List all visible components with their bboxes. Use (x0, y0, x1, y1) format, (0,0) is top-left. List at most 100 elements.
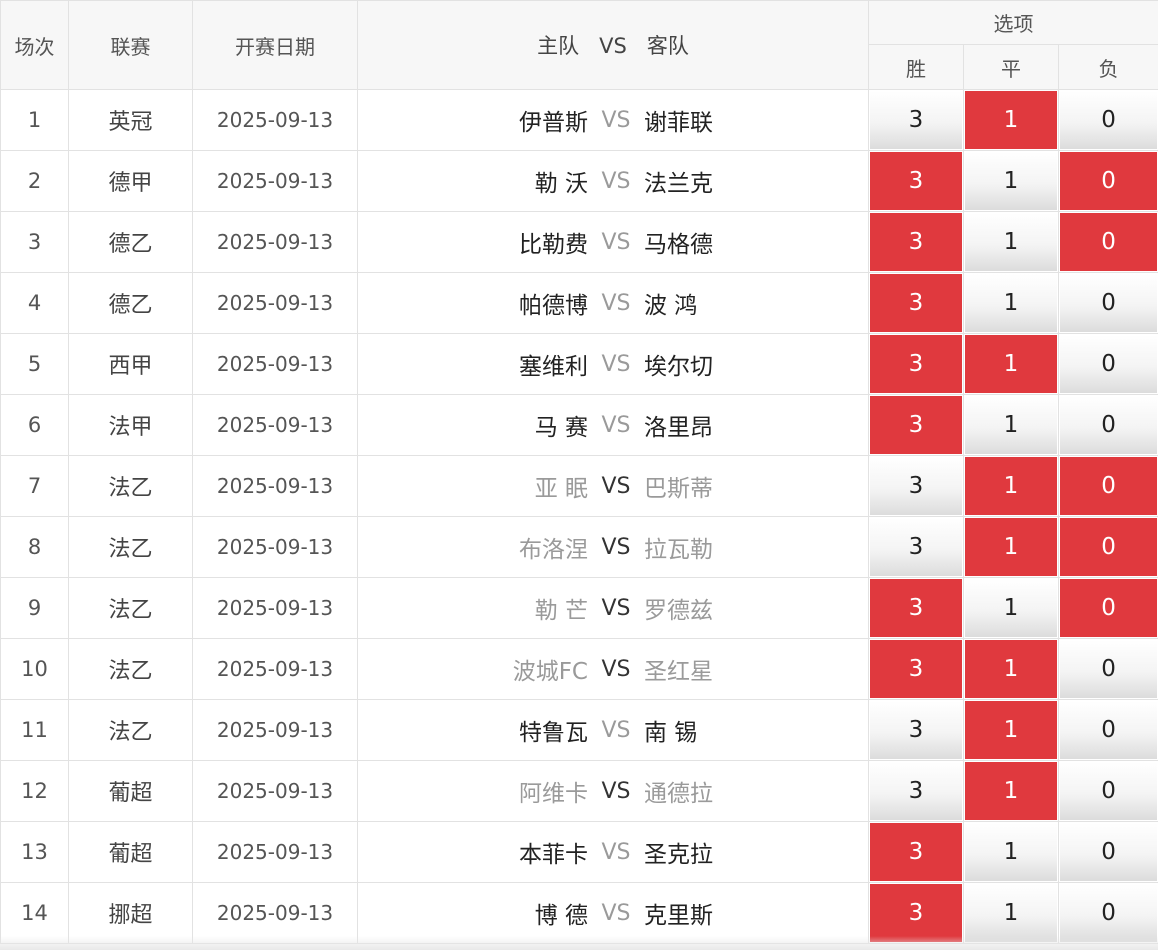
option-draw-button[interactable]: 1 (965, 518, 1057, 576)
match-teams: 比勒费 VS 马格德 (357, 211, 869, 273)
match-teams: 阿维卡 VS 通德拉 (357, 760, 869, 822)
option-cell: 0 (1057, 760, 1158, 822)
home-team: 特鲁瓦 (519, 720, 588, 746)
vs-label: VS (601, 229, 631, 255)
option-lose-button[interactable]: 0 (1060, 396, 1158, 454)
away-team: 马格德 (644, 232, 713, 258)
option-cell: 0 (1057, 577, 1158, 639)
option-draw-button[interactable]: 1 (965, 152, 1057, 210)
option-draw-button[interactable]: 1 (965, 579, 1057, 637)
option-cell: 0 (1057, 882, 1158, 944)
option-draw-button[interactable]: 1 (965, 884, 1057, 942)
option-win-button[interactable]: 3 (870, 701, 962, 759)
option-draw-button[interactable]: 1 (965, 640, 1057, 698)
option-cell: 3 (868, 333, 964, 395)
match-number: 6 (0, 394, 69, 456)
header-option-lose: 负 (1057, 44, 1158, 90)
table-header: 场次 联赛 开赛日期 主队 VS 客队 选项 胜 平 负 (0, 0, 1158, 90)
option-lose-button[interactable]: 0 (1060, 579, 1158, 637)
header-away: 客队 (646, 34, 689, 58)
league-name: 法乙 (68, 455, 193, 517)
match-number: 12 (0, 760, 69, 822)
table-row: 13 葡超 2025-09-13 本菲卡 VS 圣克拉 3 1 0 (0, 821, 1158, 883)
match-date: 2025-09-13 (192, 577, 358, 639)
option-cell: 3 (868, 760, 964, 822)
home-team: 塞维利 (519, 354, 588, 380)
match-date: 2025-09-13 (192, 821, 358, 883)
option-win-button[interactable]: 3 (870, 396, 962, 454)
match-number: 5 (0, 333, 69, 395)
option-draw-button[interactable]: 1 (965, 701, 1057, 759)
away-team: 洛里昂 (644, 415, 713, 441)
option-cell: 3 (868, 272, 964, 334)
option-draw-button[interactable]: 1 (965, 91, 1057, 149)
home-team: 马 赛 (534, 415, 588, 441)
option-cell: 1 (963, 211, 1059, 273)
away-team: 埃尔切 (644, 354, 713, 380)
option-cell: 0 (1057, 89, 1158, 151)
option-cell: 1 (963, 89, 1059, 151)
option-cell: 1 (963, 394, 1059, 456)
option-lose-button[interactable]: 0 (1060, 640, 1158, 698)
option-lose-button[interactable]: 0 (1060, 762, 1158, 820)
option-lose-button[interactable]: 0 (1060, 701, 1158, 759)
option-lose-button[interactable]: 0 (1060, 457, 1158, 515)
option-lose-button[interactable]: 0 (1060, 152, 1158, 210)
option-lose-button[interactable]: 0 (1060, 335, 1158, 393)
match-teams: 帕德博 VS 波 鸿 (357, 272, 869, 334)
table-row: 3 德乙 2025-09-13 比勒费 VS 马格德 3 1 0 (0, 211, 1158, 273)
home-team: 阿维卡 (519, 781, 588, 807)
match-date: 2025-09-13 (192, 516, 358, 578)
option-draw-button[interactable]: 1 (965, 762, 1057, 820)
option-cell: 0 (1057, 516, 1158, 578)
option-lose-button[interactable]: 0 (1060, 213, 1158, 271)
option-lose-button[interactable]: 0 (1060, 274, 1158, 332)
option-draw-button[interactable]: 1 (965, 457, 1057, 515)
away-team: 圣克拉 (644, 842, 713, 868)
table-row: 6 法甲 2025-09-13 马 赛 VS 洛里昂 3 1 0 (0, 394, 1158, 456)
option-cell: 0 (1057, 455, 1158, 517)
match-teams: 勒 芒 VS 罗德兹 (357, 577, 869, 639)
option-cell: 1 (963, 272, 1059, 334)
option-cell: 3 (868, 394, 964, 456)
home-team: 本菲卡 (519, 842, 588, 868)
option-win-button[interactable]: 3 (870, 335, 962, 393)
option-lose-button[interactable]: 0 (1060, 884, 1158, 942)
match-number: 13 (0, 821, 69, 883)
option-draw-button[interactable]: 1 (965, 335, 1057, 393)
option-draw-button[interactable]: 1 (965, 274, 1057, 332)
option-cell: 1 (963, 699, 1059, 761)
away-team: 通德拉 (644, 781, 713, 807)
league-name: 法乙 (68, 577, 193, 639)
option-lose-button[interactable]: 0 (1060, 823, 1158, 881)
option-draw-button[interactable]: 1 (965, 396, 1057, 454)
option-draw-button[interactable]: 1 (965, 213, 1057, 271)
header-option-win: 胜 (868, 44, 964, 90)
match-teams: 马 赛 VS 洛里昂 (357, 394, 869, 456)
option-win-button[interactable]: 3 (870, 579, 962, 637)
option-win-button[interactable]: 3 (870, 762, 962, 820)
option-win-button[interactable]: 3 (870, 91, 962, 149)
match-number: 1 (0, 89, 69, 151)
match-teams: 塞维利 VS 埃尔切 (357, 333, 869, 395)
option-draw-button[interactable]: 1 (965, 823, 1057, 881)
option-win-button[interactable]: 3 (870, 274, 962, 332)
away-team: 拉瓦勒 (644, 537, 713, 563)
table-row: 7 法乙 2025-09-13 亚 眠 VS 巴斯蒂 3 1 0 (0, 455, 1158, 517)
option-win-button[interactable]: 3 (870, 884, 962, 942)
match-date: 2025-09-13 (192, 882, 358, 944)
option-win-button[interactable]: 3 (870, 213, 962, 271)
option-win-button[interactable]: 3 (870, 640, 962, 698)
option-lose-button[interactable]: 0 (1060, 518, 1158, 576)
table-row: 4 德乙 2025-09-13 帕德博 VS 波 鸿 310 (0, 272, 1158, 334)
match-number: 9 (0, 577, 69, 639)
away-team: 罗德兹 (644, 598, 713, 624)
option-lose-button[interactable]: 0 (1060, 91, 1158, 149)
header-home: 主队 (537, 34, 580, 58)
option-win-button[interactable]: 3 (870, 823, 962, 881)
match-teams: 特鲁瓦 VS 南 锡 (357, 699, 869, 761)
vs-label: VS (601, 412, 631, 438)
option-win-button[interactable]: 3 (870, 457, 962, 515)
option-win-button[interactable]: 3 (870, 152, 962, 210)
option-win-button[interactable]: 3 (870, 518, 962, 576)
